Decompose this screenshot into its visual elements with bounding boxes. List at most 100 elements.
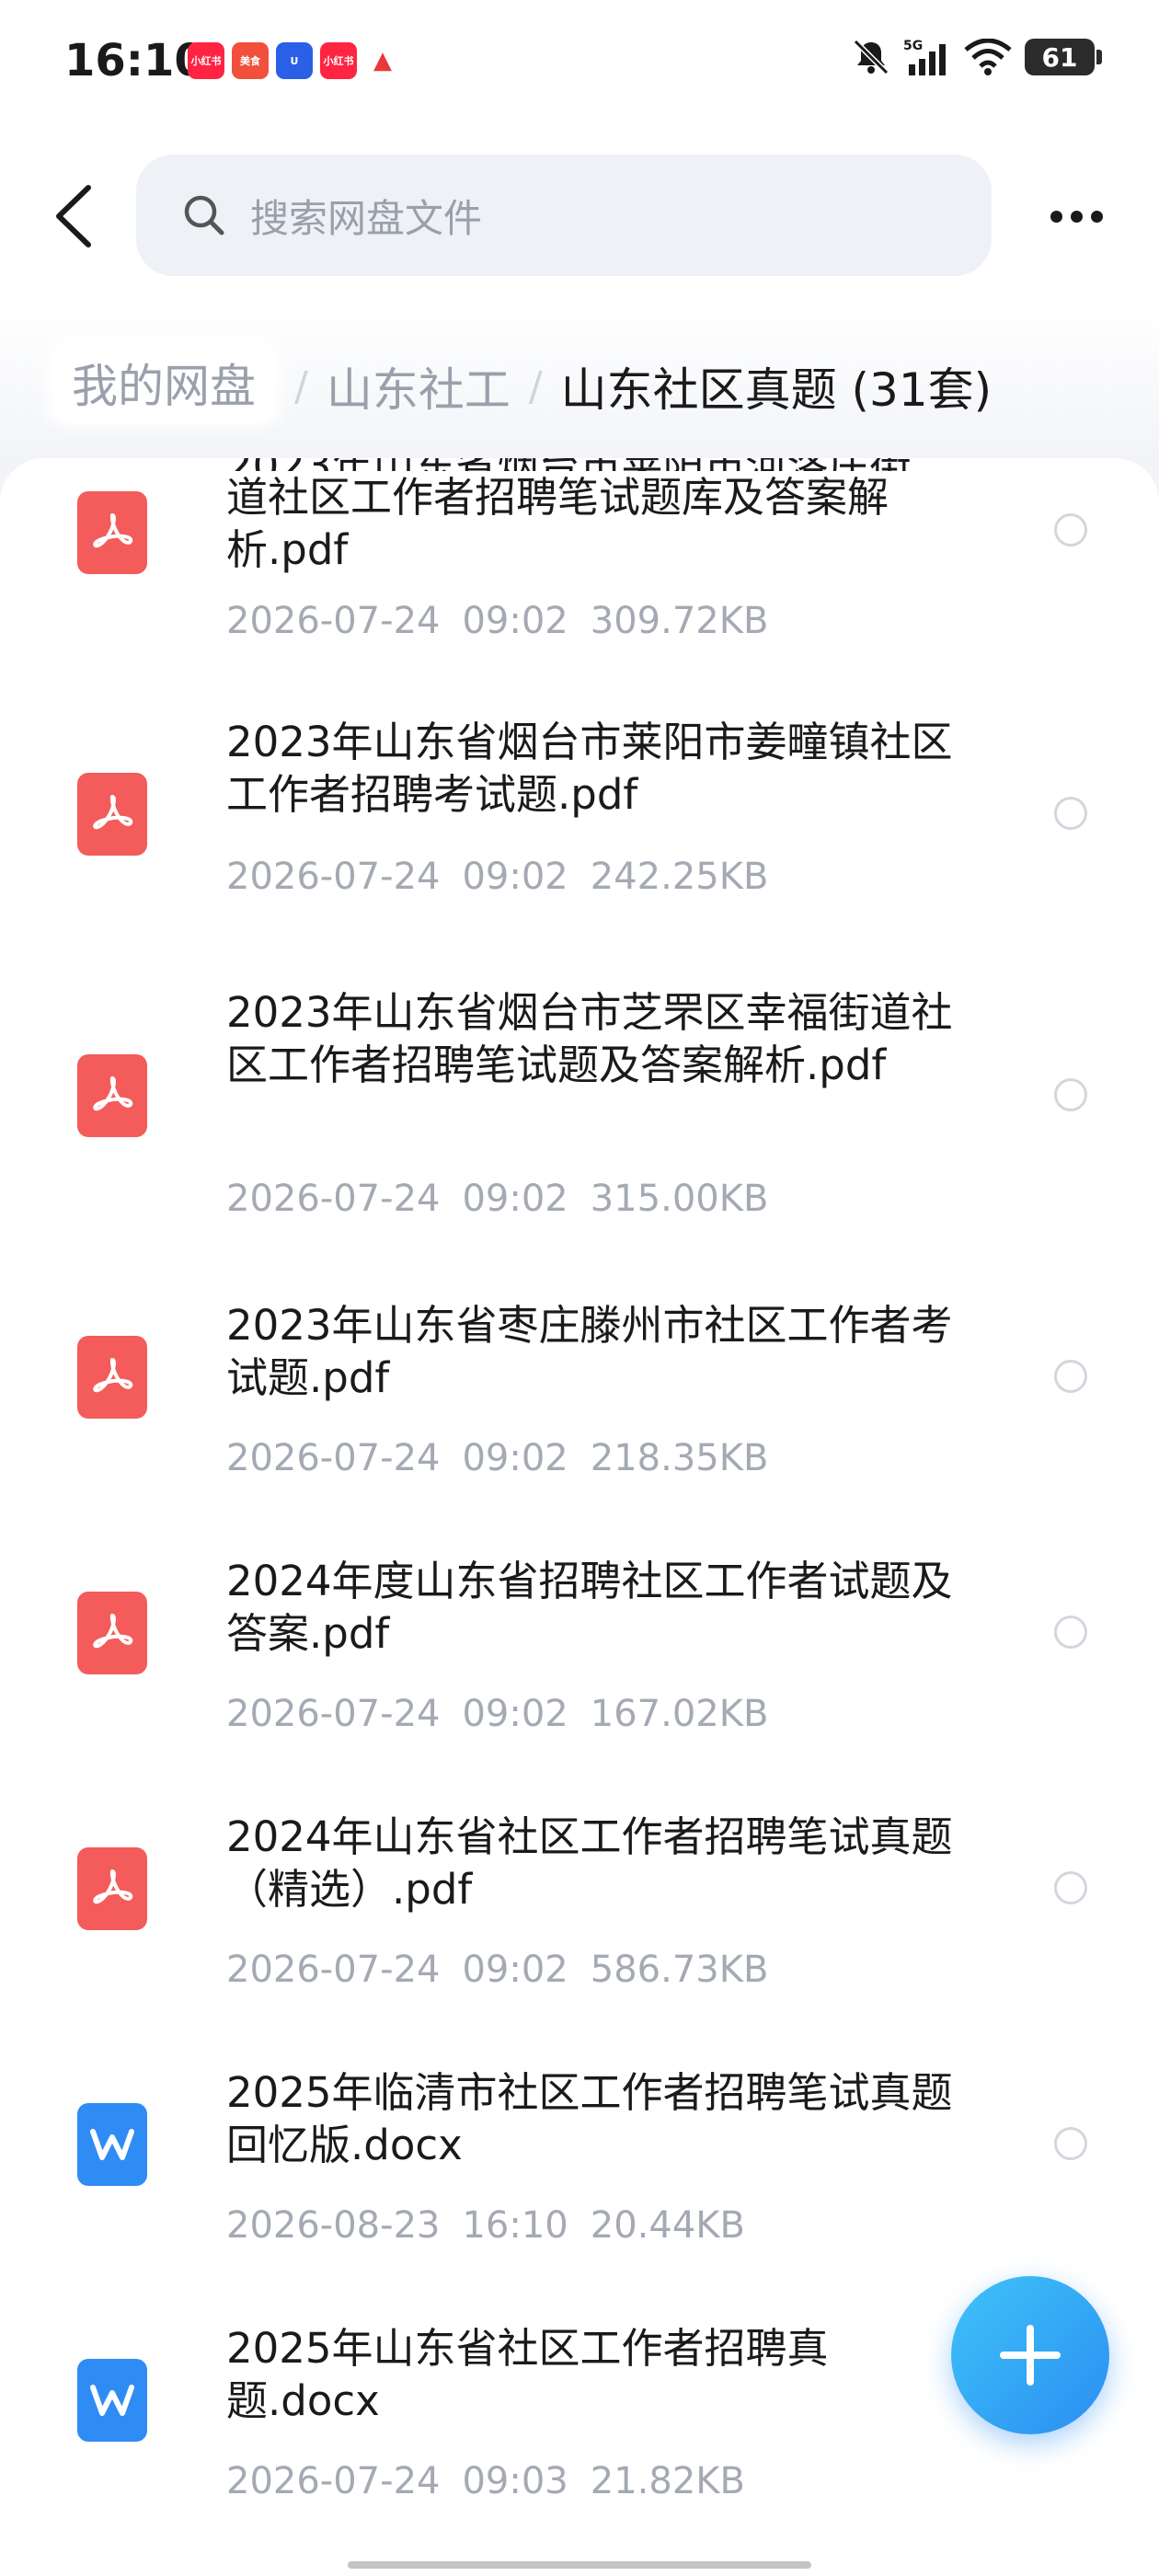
breadcrumb-home[interactable]: 我的网盘 — [52, 342, 276, 423]
file-list: 2023年山东省烟台市莱阳市河洛庄街 道社区工作者招聘笔试题库及答案解析.pdf… — [0, 458, 1159, 2576]
search-icon — [184, 195, 224, 236]
file-date: 2026-07-24 — [226, 1949, 441, 1991]
select-radio[interactable] — [1054, 2127, 1087, 2160]
file-date: 2026-07-24 — [226, 856, 441, 898]
food-app-icon: 美食 — [232, 42, 269, 79]
list-item[interactable]: 2023年山东省烟台市芝罘区幸福街道社区工作者招聘笔试题及答案解析.pdf 20… — [0, 986, 1159, 1225]
list-item[interactable]: 2023年山东省枣庄滕州市社区工作者考试题.pdf 2026-07-24 09:0… — [0, 1299, 1159, 1520]
plus-icon — [1000, 2325, 1061, 2386]
breadcrumb-separator: / — [528, 362, 543, 410]
file-name-clipped-line: 2023年山东省烟台市莱阳市河洛庄街 — [226, 458, 912, 471]
xiaohongshu-icon: 小红书 — [188, 42, 224, 79]
file-size: 309.72KB — [590, 600, 769, 642]
more-options-button[interactable] — [1039, 184, 1113, 248]
file-date: 2026-07-24 — [226, 1437, 441, 1479]
pdf-file-icon — [77, 1847, 147, 1930]
add-file-button[interactable] — [951, 2276, 1109, 2434]
file-date: 2026-08-23 — [226, 2204, 441, 2247]
file-name-partial: 2023年山东省烟台市莱阳市河洛庄街 道社区工作者招聘笔试题库及答案解析.pdf — [226, 458, 981, 576]
select-radio[interactable] — [1054, 1078, 1087, 1111]
file-size: 242.25KB — [590, 856, 769, 898]
list-item[interactable]: 2025年临清市社区工作者招聘笔试真题回忆版.docx 2026-08-23 16… — [0, 2066, 1159, 2287]
status-bar: 16:10 小红书 美食 U 小红书 ▲ 5G 61 — [0, 0, 1159, 129]
file-time: 09:02 — [462, 1949, 568, 1991]
file-meta: 2026-07-24 09:02 586.73KB — [226, 1949, 790, 1991]
file-time: 09:02 — [462, 600, 568, 642]
file-meta: 2026-08-23 16:10 20.44KB — [226, 2204, 767, 2247]
acrobat-icon — [93, 513, 133, 548]
file-date: 2026-07-24 — [226, 2460, 441, 2502]
list-item[interactable]: 2023年山东省烟台市莱阳市河洛庄街 道社区工作者招聘笔试题库及答案解析.pdf… — [0, 458, 1159, 679]
more-dot-icon — [1050, 210, 1062, 223]
home-indicator[interactable] — [348, 2561, 811, 2569]
select-radio[interactable] — [1054, 1871, 1087, 1904]
battery-indicator: 61 — [1025, 39, 1102, 75]
file-size: 315.00KB — [590, 1178, 769, 1220]
pdf-file-icon — [77, 1054, 147, 1137]
breadcrumb-separator: / — [294, 362, 308, 410]
acrobat-icon — [93, 1076, 133, 1111]
acrobat-icon — [93, 1869, 133, 1904]
pdf-file-icon — [77, 773, 147, 856]
file-name: 2025年临清市社区工作者招聘笔试真题回忆版.docx — [226, 2068, 953, 2169]
file-name: 道社区工作者招聘笔试题库及答案解析.pdf — [226, 473, 889, 574]
file-time: 09:03 — [462, 2460, 568, 2502]
back-button[interactable] — [44, 175, 103, 258]
select-radio[interactable] — [1054, 1360, 1087, 1393]
acrobat-icon — [93, 1358, 133, 1393]
file-size: 20.44KB — [590, 2204, 745, 2247]
file-date: 2026-07-24 — [226, 600, 441, 642]
file-time: 09:02 — [462, 1437, 568, 1479]
word-file-icon — [77, 2359, 147, 2442]
breadcrumb-parent[interactable]: 山东社工 — [327, 353, 511, 420]
word-w-icon — [90, 2129, 134, 2160]
select-radio[interactable] — [1054, 513, 1087, 546]
list-item[interactable]: 2023年山东省烟台市莱阳市姜疃镇社区工作者招聘考试题.pdf 2026-07-… — [0, 716, 1159, 937]
wifi-icon — [964, 39, 1012, 75]
word-file-icon — [77, 2103, 147, 2186]
file-meta: 2026-07-24 09:02 315.00KB — [226, 1178, 790, 1220]
select-radio[interactable] — [1054, 797, 1087, 830]
list-item[interactable]: 2024年山东省社区工作者招聘笔试真题（精选）.pdf 2026-07-24 09… — [0, 1811, 1159, 2031]
file-date: 2026-07-24 — [226, 1178, 441, 1220]
file-meta: 2026-07-24 09:02 309.72KB — [226, 600, 790, 642]
file-name: 2024年山东省社区工作者招聘笔试真题（精选）.pdf — [226, 1812, 953, 1914]
file-name: 2023年山东省烟台市芝罘区幸福街道社区工作者招聘笔试题及答案解析.pdf — [226, 988, 953, 1089]
file-meta: 2026-07-24 09:03 21.82KB — [226, 2460, 767, 2502]
file-name: 2024年度山东省招聘社区工作者试题及答案.pdf — [226, 1557, 953, 1658]
mountain-app-icon: ▲ — [364, 42, 401, 79]
file-meta: 2026-07-24 09:02 218.35KB — [226, 1437, 790, 1479]
file-time: 09:02 — [462, 856, 568, 898]
file-size: 167.02KB — [590, 1693, 769, 1735]
system-icons: 5G 61 — [852, 37, 1102, 77]
file-size: 218.35KB — [590, 1437, 769, 1479]
cellular-signal-icon: 5G — [903, 39, 946, 75]
pdf-file-icon — [77, 1336, 147, 1419]
select-radio[interactable] — [1054, 1616, 1087, 1649]
svg-text:5G: 5G — [903, 39, 923, 53]
pdf-file-icon — [77, 1592, 147, 1674]
search-input[interactable]: 搜索网盘文件 — [136, 155, 992, 276]
file-date: 2026-07-24 — [226, 1693, 441, 1735]
file-meta: 2026-07-24 09:02 167.02KB — [226, 1693, 790, 1735]
word-w-icon — [90, 2385, 134, 2416]
pdf-file-icon — [77, 491, 147, 574]
file-meta: 2026-07-24 09:02 242.25KB — [226, 856, 790, 898]
more-dot-icon — [1090, 210, 1103, 223]
status-time: 16:10 — [64, 35, 205, 86]
file-name: 2023年山东省枣庄滕州市社区工作者考试题.pdf — [226, 1301, 953, 1402]
mute-bell-icon — [853, 39, 889, 75]
file-name: 2025年山东省社区工作者招聘真题.docx — [226, 2324, 829, 2425]
file-time: 09:02 — [462, 1178, 568, 1220]
breadcrumb-current: 山东社区真题 (31套) — [560, 363, 993, 417]
file-time: 09:02 — [462, 1693, 568, 1735]
acrobat-icon — [93, 795, 133, 830]
acrobat-icon — [93, 1614, 133, 1649]
list-item[interactable]: 2024年度山东省招聘社区工作者试题及答案.pdf 2026-07-24 09:0… — [0, 1555, 1159, 1776]
more-dot-icon — [1070, 210, 1083, 223]
file-name: 2023年山东省烟台市莱阳市姜疃镇社区工作者招聘考试题.pdf — [226, 718, 953, 819]
notification-app-icons: 小红书 美食 U 小红书 ▲ — [188, 42, 401, 79]
xiaohongshu-icon: 小红书 — [320, 42, 357, 79]
chevron-left-icon — [56, 185, 91, 247]
shield-app-icon: U — [276, 42, 313, 79]
